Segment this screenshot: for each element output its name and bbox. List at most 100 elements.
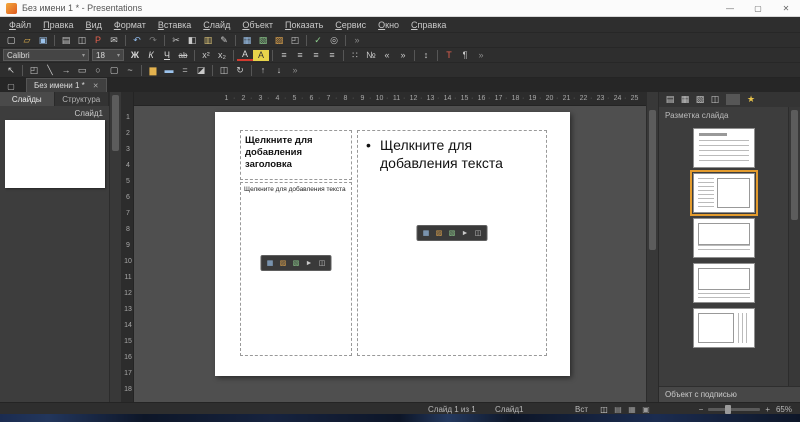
toolbar-overflow-icon[interactable]: »	[287, 64, 303, 77]
menu-item[interactable]: Сервис	[329, 19, 372, 31]
draw-curve-icon[interactable]: ~	[122, 64, 138, 77]
insert-chart-icon[interactable]: ▨	[434, 228, 445, 238]
canvas-scrollbar[interactable]	[646, 92, 658, 402]
subscript-icon[interactable]: x₂	[214, 49, 230, 62]
draw-rectangle-icon[interactable]: ▭	[74, 64, 90, 77]
content-placeholder[interactable]: • Щелкните для добавления текста ▦▨▧►◫	[357, 130, 547, 356]
open-folder-icon[interactable]: ▱	[19, 34, 35, 47]
text-box-icon[interactable]: ◰	[26, 64, 42, 77]
draw-ellipse-icon[interactable]: ○	[90, 64, 106, 77]
font-name-combobox[interactable]: Calibri	[3, 49, 89, 61]
slides-panel-scrollbar[interactable]	[110, 92, 122, 402]
insert-object-icon[interactable]: ◫	[473, 228, 484, 238]
menu-item[interactable]: Правка	[37, 19, 79, 31]
insert-table-icon[interactable]: ▦	[421, 228, 432, 238]
numbered-list-icon[interactable]: №	[363, 49, 379, 62]
draw-line-icon[interactable]: ╲	[42, 64, 58, 77]
document-tab[interactable]: Без имени 1 * ✕	[26, 78, 107, 92]
search-icon[interactable]: ◎	[326, 34, 342, 47]
draw-rounded-rect-icon[interactable]: ▢	[106, 64, 122, 77]
group-icon[interactable]: ◫	[216, 64, 232, 77]
menu-item[interactable]: Файл	[3, 19, 37, 31]
toolbar-overflow-icon[interactable]: »	[349, 34, 365, 47]
insert-chart-icon[interactable]: ▨	[271, 34, 287, 47]
insert-chart-icon[interactable]: ▨	[278, 258, 289, 268]
paste-icon[interactable]: ▥	[200, 34, 216, 47]
insert-image-icon[interactable]: ▧	[447, 228, 458, 238]
close-icon[interactable]: ✕	[772, 0, 800, 16]
send-back-icon[interactable]: ↓	[271, 64, 287, 77]
copy-icon[interactable]: ◧	[184, 34, 200, 47]
highlight-color-icon[interactable]: А	[253, 50, 269, 61]
shadow-icon[interactable]: ◪	[193, 64, 209, 77]
zoom-slider-thumb[interactable]	[725, 405, 731, 414]
slide-thumbnail[interactable]	[5, 120, 105, 188]
font-size-combobox[interactable]: 18	[92, 49, 124, 61]
superscript-icon[interactable]: x²	[198, 49, 214, 62]
insert-table-icon[interactable]: ▦	[239, 34, 255, 47]
maximize-icon[interactable]: ▢	[744, 0, 772, 16]
layout-pane-icon[interactable]: ▤	[663, 93, 677, 106]
decrease-indent-icon[interactable]: «	[379, 49, 395, 62]
fill-color-icon[interactable]: ▆	[145, 64, 161, 77]
line-color-icon[interactable]: ▬	[161, 64, 177, 77]
layout-content-right-caption[interactable]	[693, 308, 755, 348]
menu-item[interactable]: Формат	[108, 19, 152, 31]
favorites-star-icon[interactable]: ★	[744, 93, 758, 106]
cut-icon[interactable]: ✂	[168, 34, 184, 47]
scrollbar-thumb[interactable]	[649, 110, 656, 250]
menu-item[interactable]: Объект	[236, 19, 279, 31]
line-style-icon[interactable]: =	[177, 64, 193, 77]
menu-item[interactable]: Справка	[405, 19, 452, 31]
view-normal-icon[interactable]: ◫	[598, 404, 610, 414]
zoom-out-icon[interactable]: −	[699, 405, 704, 414]
menu-item[interactable]: Вставка	[152, 19, 197, 31]
layout-content-bottom-title[interactable]	[693, 218, 755, 258]
view-outline-icon[interactable]: ▤	[612, 404, 624, 414]
spell-check-icon[interactable]: ✓	[310, 34, 326, 47]
bring-front-icon[interactable]: ↑	[255, 64, 271, 77]
menu-item[interactable]: Слайд	[197, 19, 236, 31]
layout-big-content[interactable]	[693, 263, 755, 303]
insert-media-icon[interactable]: ►	[460, 228, 471, 238]
view-notes-icon[interactable]: ▣	[640, 404, 652, 414]
align-center-icon[interactable]: ≡	[292, 49, 308, 62]
menu-item[interactable]: Вид	[80, 19, 108, 31]
insert-media-icon[interactable]: ►	[304, 258, 315, 268]
design-pane-icon[interactable]: ▦	[678, 93, 692, 106]
strikethrough-icon[interactable]: ab	[175, 49, 191, 62]
insert-image-icon[interactable]: ▧	[255, 34, 271, 47]
undo-icon[interactable]: ↶	[129, 34, 145, 47]
animation-pane-icon[interactable]: ◫	[708, 93, 722, 106]
toolbar-overflow-icon[interactable]: »	[473, 49, 489, 62]
save-icon[interactable]: ▣	[35, 34, 51, 47]
print-icon[interactable]: ▤	[58, 34, 74, 47]
underline-icon[interactable]: Ч	[159, 49, 175, 62]
align-justify-icon[interactable]: ≡	[324, 49, 340, 62]
menu-item[interactable]: Показать	[279, 19, 329, 31]
transition-pane-icon[interactable]: ▧	[693, 93, 707, 106]
windows-taskbar[interactable]	[0, 414, 800, 422]
title-placeholder[interactable]: Щелкните для добавления заголовка	[240, 130, 352, 180]
zoom-slider[interactable]	[708, 408, 760, 411]
paragraph-mark-icon[interactable]: ¶	[457, 49, 473, 62]
layout-object-with-caption[interactable]	[693, 173, 755, 213]
sidebar-scrollbar[interactable]	[788, 107, 800, 386]
format-painter-icon[interactable]: ✎	[216, 34, 232, 47]
bullet-list-icon[interactable]: ∷	[347, 49, 363, 62]
increase-indent-icon[interactable]: »	[395, 49, 411, 62]
insert-table-icon[interactable]: ▦	[265, 258, 276, 268]
new-document-icon[interactable]: ▢	[3, 34, 19, 47]
align-left-icon[interactable]: ≡	[276, 49, 292, 62]
text-frame-icon[interactable]: Т	[441, 49, 457, 62]
print-preview-icon[interactable]: ◫	[74, 34, 90, 47]
font-color-icon[interactable]: А	[237, 49, 253, 61]
minimize-icon[interactable]: —	[716, 0, 744, 16]
menu-item[interactable]: Окно	[372, 19, 405, 31]
view-slide-sorter-icon[interactable]: ▦	[626, 404, 638, 414]
panel-tab[interactable]: Структура	[55, 92, 110, 106]
send-email-icon[interactable]: ✉	[106, 34, 122, 47]
align-right-icon[interactable]: ≡	[308, 49, 324, 62]
redo-icon[interactable]: ↷	[145, 34, 161, 47]
italic-icon[interactable]: К	[143, 49, 159, 62]
